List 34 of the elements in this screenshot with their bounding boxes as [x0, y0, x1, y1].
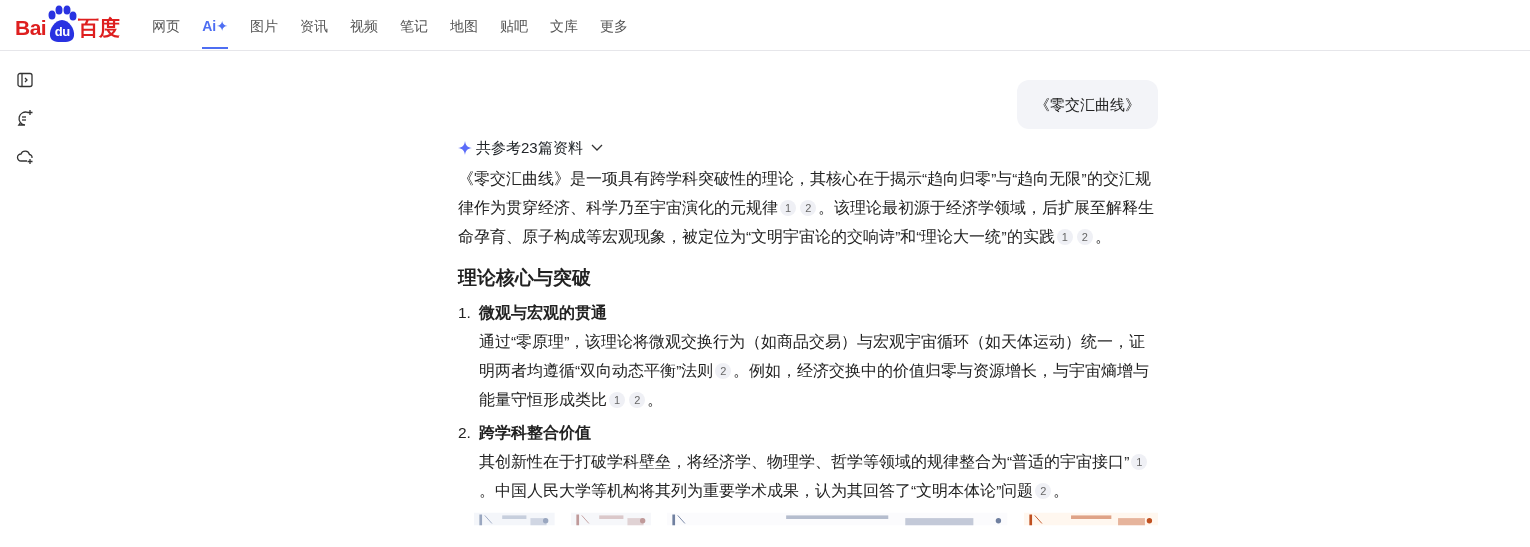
intro-paragraph: 《零交汇曲线》是一项具有跨学科突破性的理论，其核心在于揭示“趋向归零”与“趋向无限”的交汇规律作为贯穿经济、科学乃至宇宙演化的元规律 1 2 。该理论最初源于经济学领域，后扩展至解释生命孕育、原子构成等宏观现象，被定位为“文明宇宙论的交响诗”和“理论大一统”的实践 1 2 。 — [458, 168, 1156, 247]
nav-tab[interactable]: 笔记 — [399, 16, 428, 49]
citation-badge[interactable]: 1 — [1056, 228, 1073, 245]
item-title: 微观与宏观的贯通 — [479, 302, 608, 323]
list-number: 2. — [458, 422, 472, 443]
citation-badge[interactable]: 2 — [1035, 482, 1052, 499]
nav-tab[interactable]: 网页 — [152, 16, 181, 49]
list-number: 1. — [458, 302, 472, 323]
item-paragraph: 通过“零原理”，该理论将微观交换行为（如商品交易）与宏观宇宙循环（如天体运动）统一，证明两者均遵循“双向动态平衡”法则 2 。例如，经济交换中的价值归零与资源增长，与宇宙熵增与能量守恒形成类比 1 2 。 — [479, 331, 1151, 410]
item-title: 跨学科整合价值 — [479, 422, 592, 443]
sidebar-toggle-icon[interactable] — [16, 71, 34, 89]
nav-tab[interactable]: 图片 — [249, 16, 278, 49]
citation-badge[interactable]: 1 — [1131, 453, 1148, 470]
citation-badge[interactable]: 2 — [1076, 228, 1093, 245]
citation-badge[interactable]: 2 — [715, 362, 732, 379]
citation-badge[interactable]: 2 — [800, 199, 817, 216]
new-chat-icon[interactable] — [16, 109, 34, 127]
citation-badge[interactable]: 1 — [609, 391, 626, 408]
sparkle-icon — [458, 141, 472, 156]
nav-tab[interactable]: 贴吧 — [499, 16, 528, 49]
nav-tab[interactable]: 文库 — [549, 16, 578, 49]
item-paragraph: 其创新性在于打破学科壁垒，将经济学、物理学、哲学等领域的规律整合为“普适的宇宙接口” 1 。中国人民大学等机构将其列为重要学术成果，认为其回答了“文明本体论”问题 2 。 — [479, 446, 1158, 505]
logo-text: Bai — [15, 15, 47, 41]
section-heading: 理论核心与突破 — [458, 265, 592, 290]
nav-tab[interactable]: 资讯 — [299, 16, 328, 49]
citation-badge[interactable]: 2 — [629, 391, 646, 408]
nav-tab[interactable]: 视频 — [349, 16, 378, 49]
logo-text: 百度 — [78, 15, 120, 41]
query-bubble: 《零交汇曲线》 — [1017, 80, 1158, 129]
references-toggle[interactable]: 共参考23篇资料 — [476, 137, 603, 160]
nav-tab[interactable]: 地图 — [449, 16, 478, 49]
nav-tab[interactable]: Ai✦ — [202, 16, 228, 49]
nav-tab[interactable]: 更多 — [599, 16, 628, 49]
citation-badge[interactable]: 1 — [780, 199, 797, 216]
